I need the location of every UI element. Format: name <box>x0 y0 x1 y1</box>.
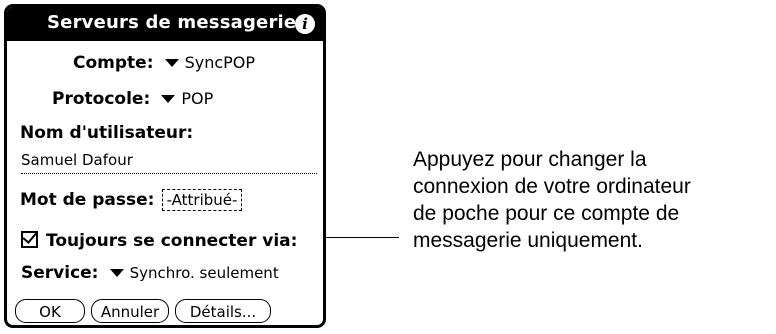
dialog-title: Serveurs de messagerie <box>47 12 297 33</box>
callout-line-2: connexion de votre ordinateur <box>413 175 691 198</box>
connect-via-checkbox[interactable] <box>21 231 38 248</box>
protocol-value: POP <box>181 89 214 108</box>
details-button[interactable]: Détails... <box>175 299 271 323</box>
callout-line <box>325 237 399 238</box>
cancel-button[interactable]: Annuler <box>91 299 169 323</box>
account-picker[interactable]: SyncPOP <box>159 53 255 72</box>
mail-server-dialog: Serveurs de messagerie i Compte: SyncPOP… <box>4 4 326 328</box>
service-label: Service: <box>21 263 99 283</box>
callout-text: Appuyez pour changer la connexion de vot… <box>413 146 691 254</box>
account-value: SyncPOP <box>184 53 256 72</box>
dropdown-arrow-icon <box>161 94 176 103</box>
account-row: Compte: SyncPOP <box>73 53 255 73</box>
connect-via-row: Toujours se connecter via: <box>21 231 297 251</box>
info-icon[interactable]: i <box>295 14 315 34</box>
protocol-row: Protocole: POP <box>52 89 213 109</box>
username-row: Nom d'utilisateur: <box>20 123 193 143</box>
dropdown-arrow-icon <box>164 58 179 67</box>
callout-line-4: messagerie uniquement. <box>413 229 643 252</box>
callout-line-1: Appuyez pour changer la <box>413 148 647 171</box>
protocol-picker[interactable]: POP <box>155 89 213 108</box>
service-value: Synchro. seulement <box>129 264 279 282</box>
username-value: Samuel Dafour <box>21 151 133 169</box>
ok-button[interactable]: OK <box>15 299 85 323</box>
connect-via-label: Toujours se connecter via: <box>46 231 298 251</box>
dropdown-arrow-icon <box>109 268 124 277</box>
service-picker[interactable]: Synchro. seulement <box>104 263 279 282</box>
protocol-label: Protocole: <box>52 89 151 109</box>
title-bar: Serveurs de messagerie i <box>7 7 323 41</box>
service-row: Service: Synchro. seulement <box>21 263 279 283</box>
password-label: Mot de passe: <box>20 190 155 210</box>
password-field[interactable]: -Attribué- <box>161 189 243 211</box>
account-label: Compte: <box>73 53 154 73</box>
username-label: Nom d'utilisateur: <box>20 123 194 143</box>
callout-line-3: de poche pour ce compte de <box>413 202 680 225</box>
password-row: Mot de passe: -Attribué- <box>20 189 243 211</box>
username-field[interactable]: Samuel Dafour <box>21 149 317 174</box>
